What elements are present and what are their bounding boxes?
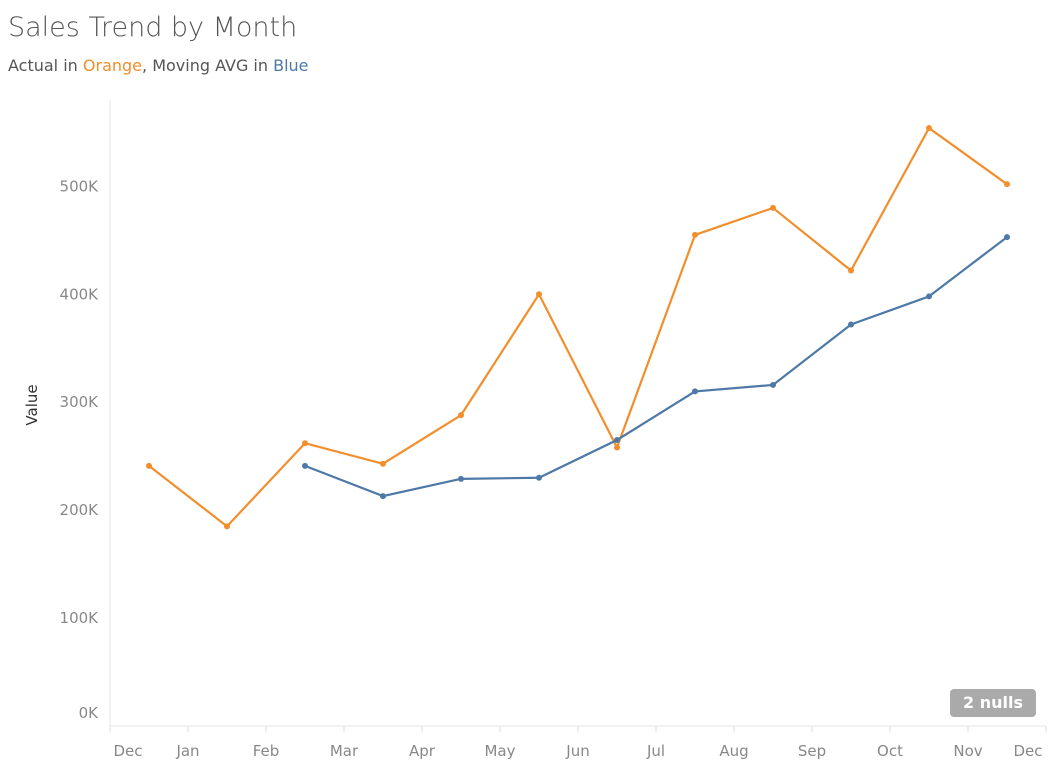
actual-point xyxy=(614,444,620,451)
actual-point xyxy=(302,440,308,447)
x-tick-label: Dec xyxy=(113,742,142,760)
actual-point xyxy=(146,462,152,469)
y-tick-label: 500K xyxy=(60,177,100,195)
x-tick-label: Mar xyxy=(330,742,359,760)
y-tick-label: 0K xyxy=(79,704,100,722)
y-tick-label: 300K xyxy=(60,393,100,411)
actual-point xyxy=(224,523,230,530)
x-tick-label: Feb xyxy=(253,742,280,760)
actual-point xyxy=(380,460,386,467)
x-tick-label: Jan xyxy=(175,742,199,760)
moving_avg-point xyxy=(1004,234,1010,241)
y-tick-label: 200K xyxy=(60,501,100,519)
x-tick-label: Sep xyxy=(798,742,826,760)
x-tick-label: Nov xyxy=(953,742,982,760)
actual-point xyxy=(848,267,854,274)
moving_avg-point xyxy=(536,474,542,481)
moving_avg-line xyxy=(304,236,1008,498)
actual-point xyxy=(692,231,698,238)
actual-line xyxy=(148,126,1008,528)
x-tick-label: Apr xyxy=(409,742,436,760)
x-tick-label: May xyxy=(484,742,515,760)
y-tick-label: 100K xyxy=(60,609,100,627)
moving_avg-point xyxy=(692,388,698,395)
x-tick-label: Dec xyxy=(1013,742,1042,760)
moving_avg-point xyxy=(458,475,464,482)
actual-point xyxy=(770,204,776,211)
x-tick-label: Aug xyxy=(719,742,748,760)
actual-point xyxy=(536,291,542,298)
line-chart: Dec Jan Feb Mar Apr May Jun Jul Aug Sep Oct Nov Dec 0… xyxy=(23,100,1047,760)
y-axis-label: Value xyxy=(23,384,41,425)
moving_avg-point xyxy=(926,293,932,300)
y-tick-label: 400K xyxy=(60,285,100,303)
x-tick-label: Jul xyxy=(646,742,665,760)
moving_avg-point xyxy=(614,436,620,443)
actual-point xyxy=(926,125,932,132)
x-tick-label: Jun xyxy=(565,742,589,760)
moving_avg-point xyxy=(302,462,308,469)
actual-point xyxy=(458,412,464,419)
moving_avg-point xyxy=(380,493,386,500)
moving_avg-point xyxy=(848,321,854,328)
moving_avg-point xyxy=(770,381,776,388)
nulls-indicator-button[interactable]: 2 nulls xyxy=(950,689,1036,717)
actual-point xyxy=(1004,181,1010,188)
x-tick-label: Oct xyxy=(877,742,903,760)
